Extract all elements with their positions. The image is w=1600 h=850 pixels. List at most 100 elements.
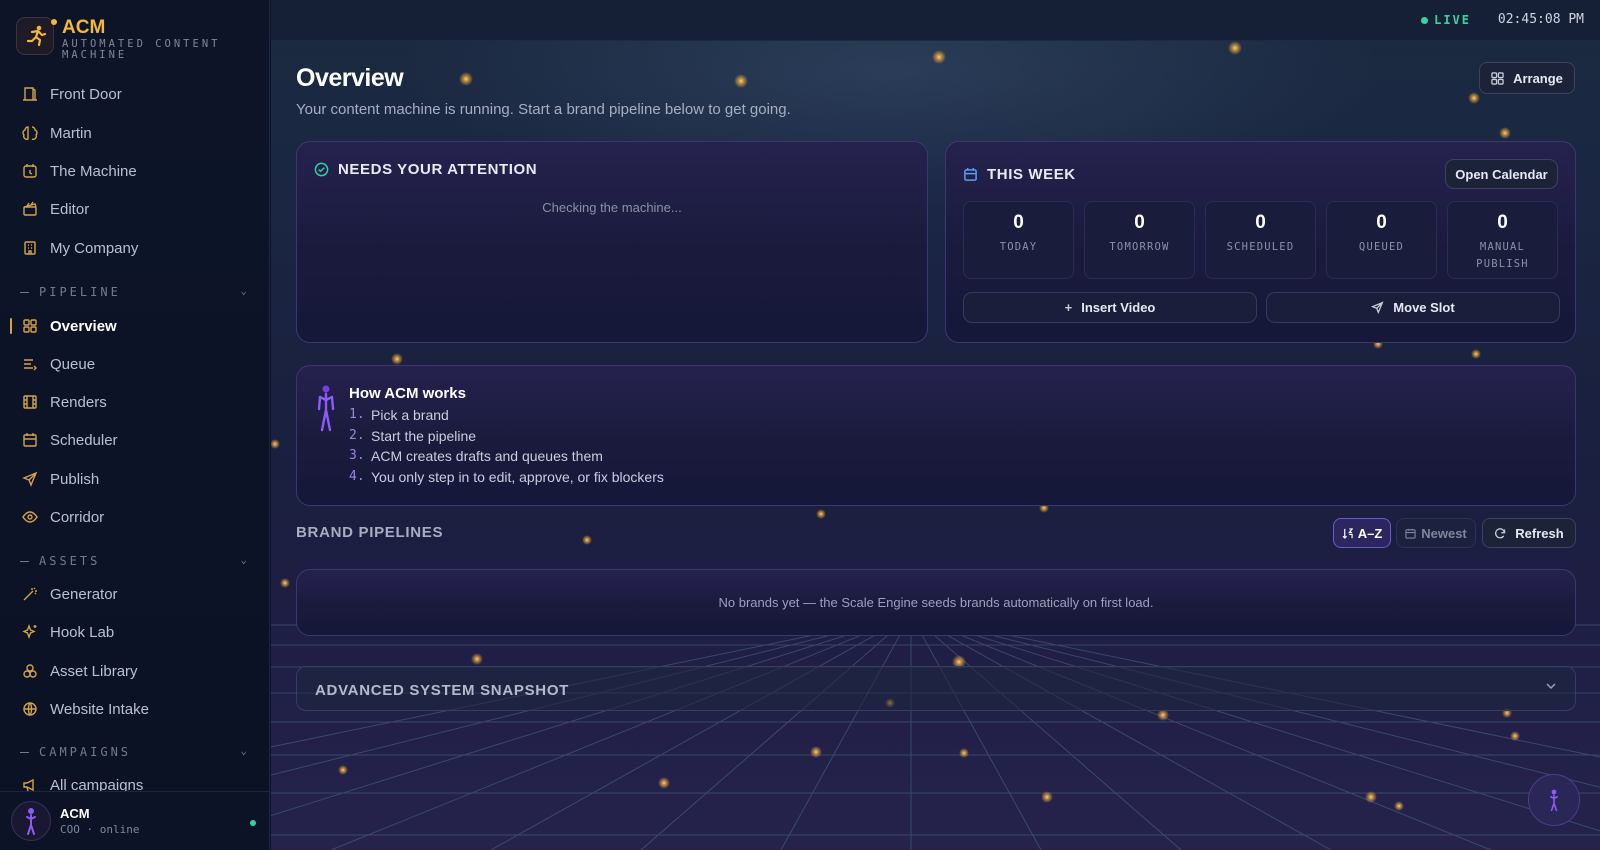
sidebar-item-label: Martin xyxy=(50,124,92,142)
sidebar-item-corridor[interactable]: Corridor xyxy=(0,500,269,534)
sidebar-item-label: Corridor xyxy=(50,508,105,526)
sidebar-item-overview[interactable]: Overview xyxy=(0,309,269,343)
how-step: 2. Start the pipeline xyxy=(349,428,664,449)
sidebar-item-label: Queue xyxy=(50,355,96,373)
clock-icon xyxy=(21,163,38,180)
sidebar-item-queue[interactable]: Queue xyxy=(0,347,269,381)
this-week-card: THIS WEEK Open Calendar 0 TODAY 0 TOMORR… xyxy=(945,141,1576,343)
sidebar-item-label: The Machine xyxy=(50,162,137,180)
sort-icon xyxy=(1342,527,1353,539)
move-slot-button[interactable]: Move Slot xyxy=(1266,292,1560,323)
brand[interactable]: ACM AUTOMATED CONTENT MACHINE xyxy=(16,17,222,61)
insert-video-button[interactable]: + Insert Video xyxy=(963,292,1257,323)
page-subtitle: Your content machine is running. Start a… xyxy=(296,101,791,118)
sidebar-item-renders[interactable]: Renders xyxy=(0,385,269,419)
brand-pipelines-heading: BRAND PIPELINES xyxy=(296,524,444,541)
calendar-icon xyxy=(21,432,38,449)
online-indicator xyxy=(250,820,256,826)
user-name: ACM xyxy=(60,806,90,821)
sidebar-item-publish[interactable]: Publish xyxy=(0,462,269,496)
sort-az-button[interactable]: A–Z xyxy=(1333,518,1391,548)
sidebar-item-label: My Company xyxy=(50,239,139,257)
section-label: PIPELINE xyxy=(39,285,121,299)
empty-state: No brands yet — the Scale Engine seeds b… xyxy=(718,595,1154,610)
sidebar-item-label: Generator xyxy=(50,585,118,603)
sort-newest-button[interactable]: Newest xyxy=(1396,518,1476,548)
how-steps: 1. Pick a brand 2. Start the pipeline 3. AC… xyxy=(349,407,664,489)
sidebar-item-label: Asset Library xyxy=(50,662,138,680)
advanced-snapshot-toggle[interactable]: ADVANCED SYSTEM SNAPSHOT xyxy=(296,666,1576,711)
sidebar-item-the-machine[interactable]: The Machine xyxy=(0,154,269,188)
sidebar-item-generator[interactable]: Generator xyxy=(0,577,269,611)
section-assets[interactable]: ASSETS ⌄ xyxy=(20,552,250,570)
main-content: LIVE 02:45:08 PM Overview Your content m… xyxy=(271,0,1600,850)
sidebar-item-label: Overview xyxy=(50,317,117,335)
brand-logo xyxy=(16,17,57,55)
open-calendar-label: Open Calendar xyxy=(1455,166,1548,182)
step-number: 4. xyxy=(349,468,365,484)
stat-value: 0 xyxy=(1134,212,1145,233)
open-calendar-button[interactable]: Open Calendar xyxy=(1445,159,1558,189)
sparkle-icon xyxy=(21,624,38,641)
arrange-button[interactable]: Arrange xyxy=(1479,62,1575,94)
brain-icon xyxy=(21,125,38,142)
step-text: ACM creates drafts and queues them xyxy=(371,448,603,464)
sidebar-item-label: Renders xyxy=(50,393,107,411)
sidebar: ACM AUTOMATED CONTENT MACHINE Front Door… xyxy=(0,0,270,850)
sidebar-item-label: Front Door xyxy=(50,85,122,103)
film-icon xyxy=(21,394,38,411)
section-pipeline[interactable]: PIPELINE ⌄ xyxy=(20,283,250,301)
eye-icon xyxy=(21,509,38,526)
section-label: ASSETS xyxy=(39,554,101,568)
sidebar-item-label: Hook Lab xyxy=(50,623,115,641)
sidebar-item-scheduler[interactable]: Scheduler xyxy=(0,423,269,457)
brand-name: ACM xyxy=(62,17,106,38)
stat-label: QUEUED xyxy=(1358,241,1405,253)
runner-icon xyxy=(26,25,47,47)
sidebar-item-martin[interactable]: Martin xyxy=(0,116,269,150)
step-number: 2. xyxy=(349,427,365,443)
live-indicator: LIVE xyxy=(1421,13,1471,27)
calendar-clock-icon xyxy=(1405,528,1416,539)
sidebar-item-label: Scheduler xyxy=(50,431,118,449)
user-profile[interactable]: ACM COO · online xyxy=(0,791,269,850)
step-text: Start the pipeline xyxy=(371,427,477,444)
assistant-fab[interactable] xyxy=(1528,774,1580,826)
sidebar-item-my-company[interactable]: My Company xyxy=(0,231,269,265)
insert-video-label: Insert Video xyxy=(1081,300,1156,315)
stat-tomorrow: 0 TOMORROW xyxy=(1084,201,1195,279)
door-icon xyxy=(21,86,38,103)
clock: 02:45:08 PM xyxy=(1497,12,1584,27)
sort-newest-label: Newest xyxy=(1421,525,1467,541)
section-label: CAMPAIGNS xyxy=(39,745,132,759)
brand-subtitle: AUTOMATED CONTENT MACHINE xyxy=(62,38,221,61)
section-campaigns[interactable]: CAMPAIGNS ⌄ xyxy=(20,743,250,761)
top-bar: LIVE 02:45:08 PM xyxy=(271,0,1600,41)
how-step: 3. ACM creates drafts and queues them xyxy=(349,448,664,469)
sidebar-item-editor[interactable]: Editor xyxy=(0,192,269,226)
grid-icon xyxy=(21,318,38,335)
send-icon xyxy=(1371,301,1384,314)
how-step: 1. Pick a brand xyxy=(349,407,664,428)
avatar xyxy=(11,801,51,841)
list-icon xyxy=(21,356,38,373)
stat-queued: 0 QUEUED xyxy=(1326,201,1437,279)
refresh-button[interactable]: Refresh xyxy=(1482,518,1576,548)
sidebar-item-website-intake[interactable]: Website Intake xyxy=(0,692,269,726)
check-circle-icon xyxy=(314,162,329,177)
stat-value: 0 xyxy=(1376,212,1387,233)
wand-icon xyxy=(21,586,38,603)
attention-card: NEEDS YOUR ATTENTION Checking the machin… xyxy=(296,141,928,343)
sidebar-item-asset-library[interactable]: Asset Library xyxy=(0,654,269,688)
plus-icon: + xyxy=(1064,300,1073,315)
attention-status: Checking the machine... xyxy=(542,200,682,215)
agent-figure-icon xyxy=(1550,789,1558,812)
sidebar-item-hook-lab[interactable]: Hook Lab xyxy=(0,615,269,649)
live-label: LIVE xyxy=(1434,13,1471,27)
sidebar-item-front-door[interactable]: Front Door xyxy=(0,77,269,111)
stat-today: 0 TODAY xyxy=(963,201,1074,279)
stat-label: MANUAL PUBLISH xyxy=(1476,241,1529,270)
user-status: COO · online xyxy=(60,823,140,836)
globe-icon xyxy=(21,701,38,718)
snapshot-title: ADVANCED SYSTEM SNAPSHOT xyxy=(315,682,570,699)
